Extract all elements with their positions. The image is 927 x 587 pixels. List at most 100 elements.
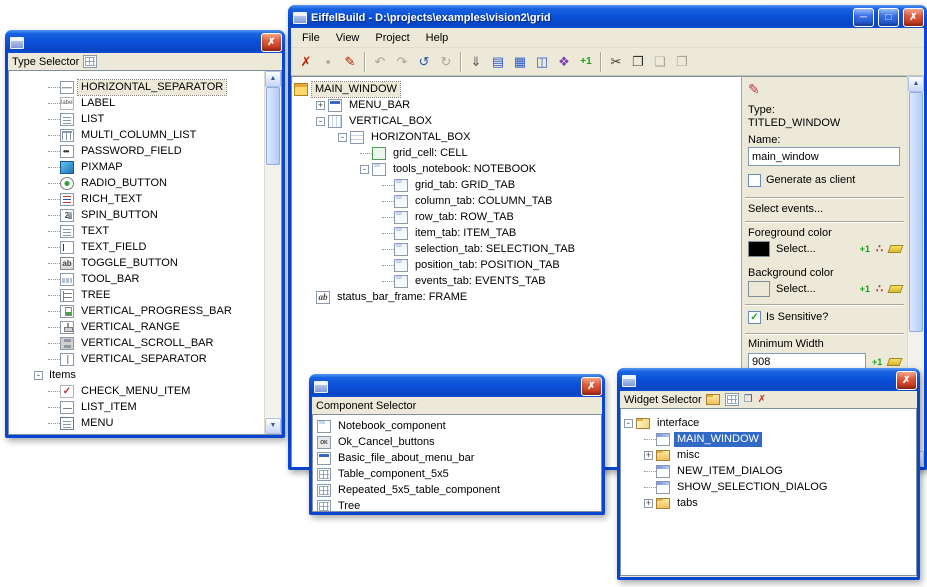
tree-item[interactable]: grid_tab: GRID_TAB xyxy=(292,177,741,193)
eraser-icon[interactable] xyxy=(888,285,904,293)
tree-item[interactable]: abTOGGLE_BUTTON xyxy=(9,255,264,271)
tree-item[interactable]: MAIN_WINDOW xyxy=(292,81,741,97)
titlebar[interactable]: ✗ xyxy=(309,374,605,397)
tree-item[interactable]: 2SPIN_BUTTON xyxy=(9,207,264,223)
menu-view[interactable]: View xyxy=(328,30,368,46)
scroll-up-icon[interactable]: ▲ xyxy=(908,76,924,92)
tree-item[interactable]: OKOk_Cancel_buttons xyxy=(313,434,601,450)
new-widget-icon[interactable] xyxy=(725,393,739,406)
paint-icon[interactable]: ✎ xyxy=(748,81,760,98)
delete-button[interactable]: ✗ xyxy=(295,51,317,73)
menu-project[interactable]: Project xyxy=(367,30,417,46)
redo-all-button[interactable]: ↻ xyxy=(435,51,457,73)
scrollbar-track[interactable] xyxy=(265,87,281,418)
delete-icon[interactable]: ✗ xyxy=(757,394,767,405)
tree-item[interactable]: +tabs xyxy=(621,495,916,511)
scrollbar-thumb[interactable] xyxy=(266,87,280,165)
new-folder-icon[interactable] xyxy=(706,394,720,405)
add-one-icon[interactable]: +1 xyxy=(872,355,882,369)
collapse-icon[interactable]: - xyxy=(624,419,633,428)
color-pick-icon[interactable]: ∴ xyxy=(876,282,883,296)
menu-help[interactable]: Help xyxy=(418,30,457,46)
tree-item[interactable]: row_tab: ROW_TAB xyxy=(292,209,741,225)
tree-item[interactable]: abstatus_bar_frame: FRAME xyxy=(292,289,741,305)
save-button[interactable]: ▪ xyxy=(317,51,339,73)
paste-button[interactable]: ❏ xyxy=(649,51,671,73)
tree-item[interactable]: RADIO_BUTTON xyxy=(9,175,264,191)
generate-as-client-checkbox[interactable] xyxy=(748,174,761,187)
background-color-swatch[interactable] xyxy=(748,281,770,297)
tree-item[interactable]: VERTICAL_SEPARATOR xyxy=(9,351,264,367)
tree-item[interactable]: position_tab: POSITION_TAB xyxy=(292,257,741,273)
expand-icon[interactable]: + xyxy=(644,451,653,460)
tree-item[interactable]: -Items xyxy=(9,367,264,383)
tree-item[interactable]: -tools_notebook: NOTEBOOK xyxy=(292,161,741,177)
show-object-editors-button[interactable]: ❖ xyxy=(553,51,575,73)
generate-button[interactable]: ⇓ xyxy=(465,51,487,73)
show-widget-selector-button[interactable]: ◫ xyxy=(531,51,553,73)
tree-item[interactable]: item_tab: ITEM_TAB xyxy=(292,225,741,241)
name-input[interactable] xyxy=(748,147,900,166)
tree-item[interactable]: TEXT xyxy=(9,223,264,239)
undo-button[interactable]: ↶ xyxy=(369,51,391,73)
tree-item[interactable]: ✓CHECK_MENU_ITEM xyxy=(9,383,264,399)
background-select-button[interactable]: Select... xyxy=(776,283,816,295)
tree-item[interactable]: LIST_ITEM xyxy=(9,399,264,415)
close-button[interactable]: ✗ xyxy=(896,371,917,390)
select-events-button[interactable]: Select events... xyxy=(748,203,823,216)
cut-button[interactable]: ✂ xyxy=(605,51,627,73)
tree-item[interactable]: SHOW_SELECTION_DIALOG xyxy=(621,479,916,495)
scrollbar-thumb[interactable] xyxy=(909,92,923,332)
copy-icon[interactable]: ❐ xyxy=(743,394,754,405)
show-component-selector-button[interactable]: ▦ xyxy=(509,51,531,73)
collapse-icon[interactable]: - xyxy=(360,165,369,174)
tree-item[interactable]: MENU xyxy=(9,415,264,431)
maximize-button[interactable]: □ xyxy=(878,8,899,27)
titlebar[interactable]: ✗ xyxy=(617,368,920,391)
show-type-selector-button[interactable]: ▤ xyxy=(487,51,509,73)
titlebar[interactable]: ✗ xyxy=(5,30,285,53)
tree-item[interactable]: TREE xyxy=(9,287,264,303)
menu-file[interactable]: File xyxy=(294,30,328,46)
is-sensitive-checkbox[interactable]: ✓ xyxy=(748,311,761,324)
tree-item[interactable]: TEXT_FIELD xyxy=(9,239,264,255)
tree-item[interactable]: NEW_ITEM_DIALOG xyxy=(621,463,916,479)
collapse-icon[interactable]: - xyxy=(338,133,347,142)
tree-item[interactable]: grid_cell: CELL xyxy=(292,145,741,161)
tree-item[interactable]: Repeated_5x5_table_component xyxy=(313,482,601,498)
tree-item[interactable]: VERTICAL_PROGRESS_BAR xyxy=(9,303,264,319)
tree-item[interactable]: events_tab: EVENTS_TAB xyxy=(292,273,741,289)
tree-item[interactable]: VERTICAL_RANGE xyxy=(9,319,264,335)
tree-item[interactable]: -VERTICAL_BOX xyxy=(292,113,741,129)
add-one-icon[interactable]: +1 xyxy=(860,242,870,256)
collapse-icon[interactable]: - xyxy=(34,371,43,380)
tree-item[interactable]: +MENU_BAR xyxy=(292,97,741,113)
close-button[interactable]: ✗ xyxy=(261,33,282,52)
paste-special-button[interactable]: ❒ xyxy=(671,51,693,73)
tree-item[interactable]: labelLABEL xyxy=(9,95,264,111)
tree-item[interactable]: PASSWORD_FIELD xyxy=(9,143,264,159)
tree-item[interactable]: +misc xyxy=(621,447,916,463)
minimize-button[interactable]: ─ xyxy=(853,8,874,27)
tree-item[interactable]: -interface xyxy=(621,415,916,431)
tree-item[interactable]: RICH_TEXT xyxy=(9,191,264,207)
collapse-icon[interactable]: - xyxy=(316,117,325,126)
expand-icon[interactable]: + xyxy=(316,101,325,110)
add-one-icon[interactable]: +1 xyxy=(860,282,870,296)
tree-item[interactable]: LIST xyxy=(9,111,264,127)
titlebar[interactable]: EiffelBuild - D:\projects\examples\visio… xyxy=(288,5,927,28)
tree-item[interactable]: Table_component_5x5 xyxy=(313,466,601,482)
eraser-icon[interactable] xyxy=(887,358,903,366)
add-one-button[interactable]: +1 xyxy=(575,51,597,73)
tree-item[interactable]: -HORIZONTAL_BOX xyxy=(292,129,741,145)
undo-all-button[interactable]: ↺ xyxy=(413,51,435,73)
foreground-color-swatch[interactable] xyxy=(748,241,770,257)
tree-item[interactable]: Tree xyxy=(313,498,601,511)
eraser-icon[interactable] xyxy=(888,245,904,253)
tree-item[interactable]: PIXMAP xyxy=(9,159,264,175)
scroll-up-icon[interactable]: ▲ xyxy=(265,71,281,87)
foreground-select-button[interactable]: Select... xyxy=(776,243,816,255)
type-scrollbar[interactable]: ▲ ▼ xyxy=(264,71,281,434)
tree-item[interactable]: Notebook_component xyxy=(313,418,601,434)
tree-item[interactable]: MAIN_WINDOW xyxy=(621,431,916,447)
